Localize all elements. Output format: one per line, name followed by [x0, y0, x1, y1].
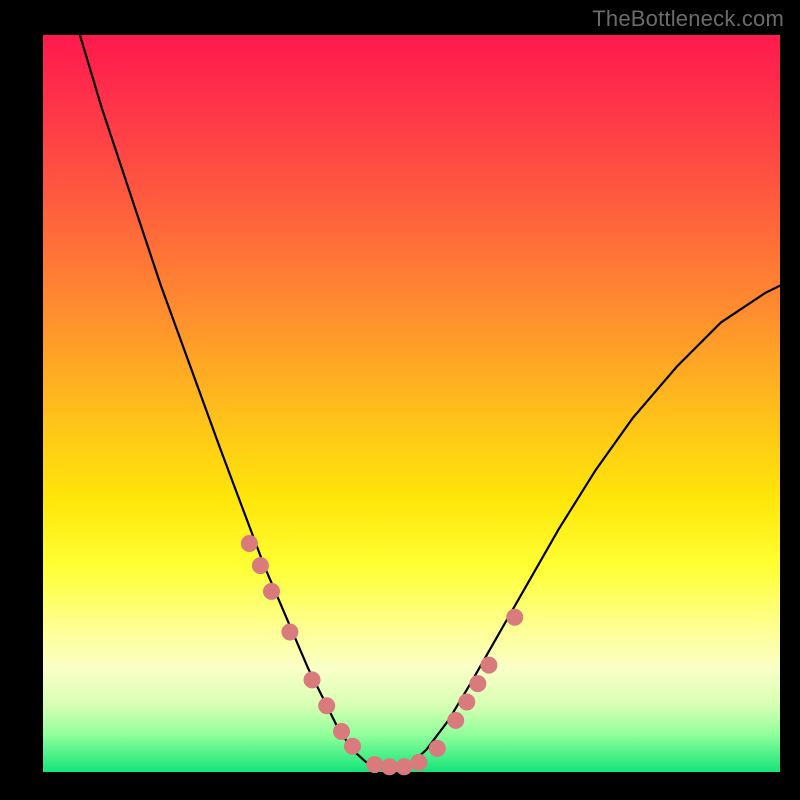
curve-marker [367, 757, 383, 773]
curve-marker [470, 676, 486, 692]
curve-marker [334, 724, 350, 740]
curve-marker [345, 738, 361, 754]
curve-marker [396, 759, 412, 775]
curve-marker [381, 759, 397, 775]
curve-marker [282, 624, 298, 640]
curve-marker [429, 740, 445, 756]
chart-frame: TheBottleneck.com [0, 0, 800, 800]
bottleneck-curve [80, 35, 780, 768]
curve-marker [481, 657, 497, 673]
curve-layer [43, 35, 780, 772]
curve-marker [459, 694, 475, 710]
curve-marker [264, 583, 280, 599]
curve-marker [411, 754, 427, 770]
plot-area [43, 35, 780, 772]
curve-markers [241, 536, 522, 775]
curve-marker [319, 698, 335, 714]
curve-marker [304, 672, 320, 688]
curve-marker [507, 609, 523, 625]
curve-marker [448, 712, 464, 728]
curve-marker [241, 536, 257, 552]
watermark-text: TheBottleneck.com [592, 6, 784, 32]
curve-marker [252, 558, 268, 574]
